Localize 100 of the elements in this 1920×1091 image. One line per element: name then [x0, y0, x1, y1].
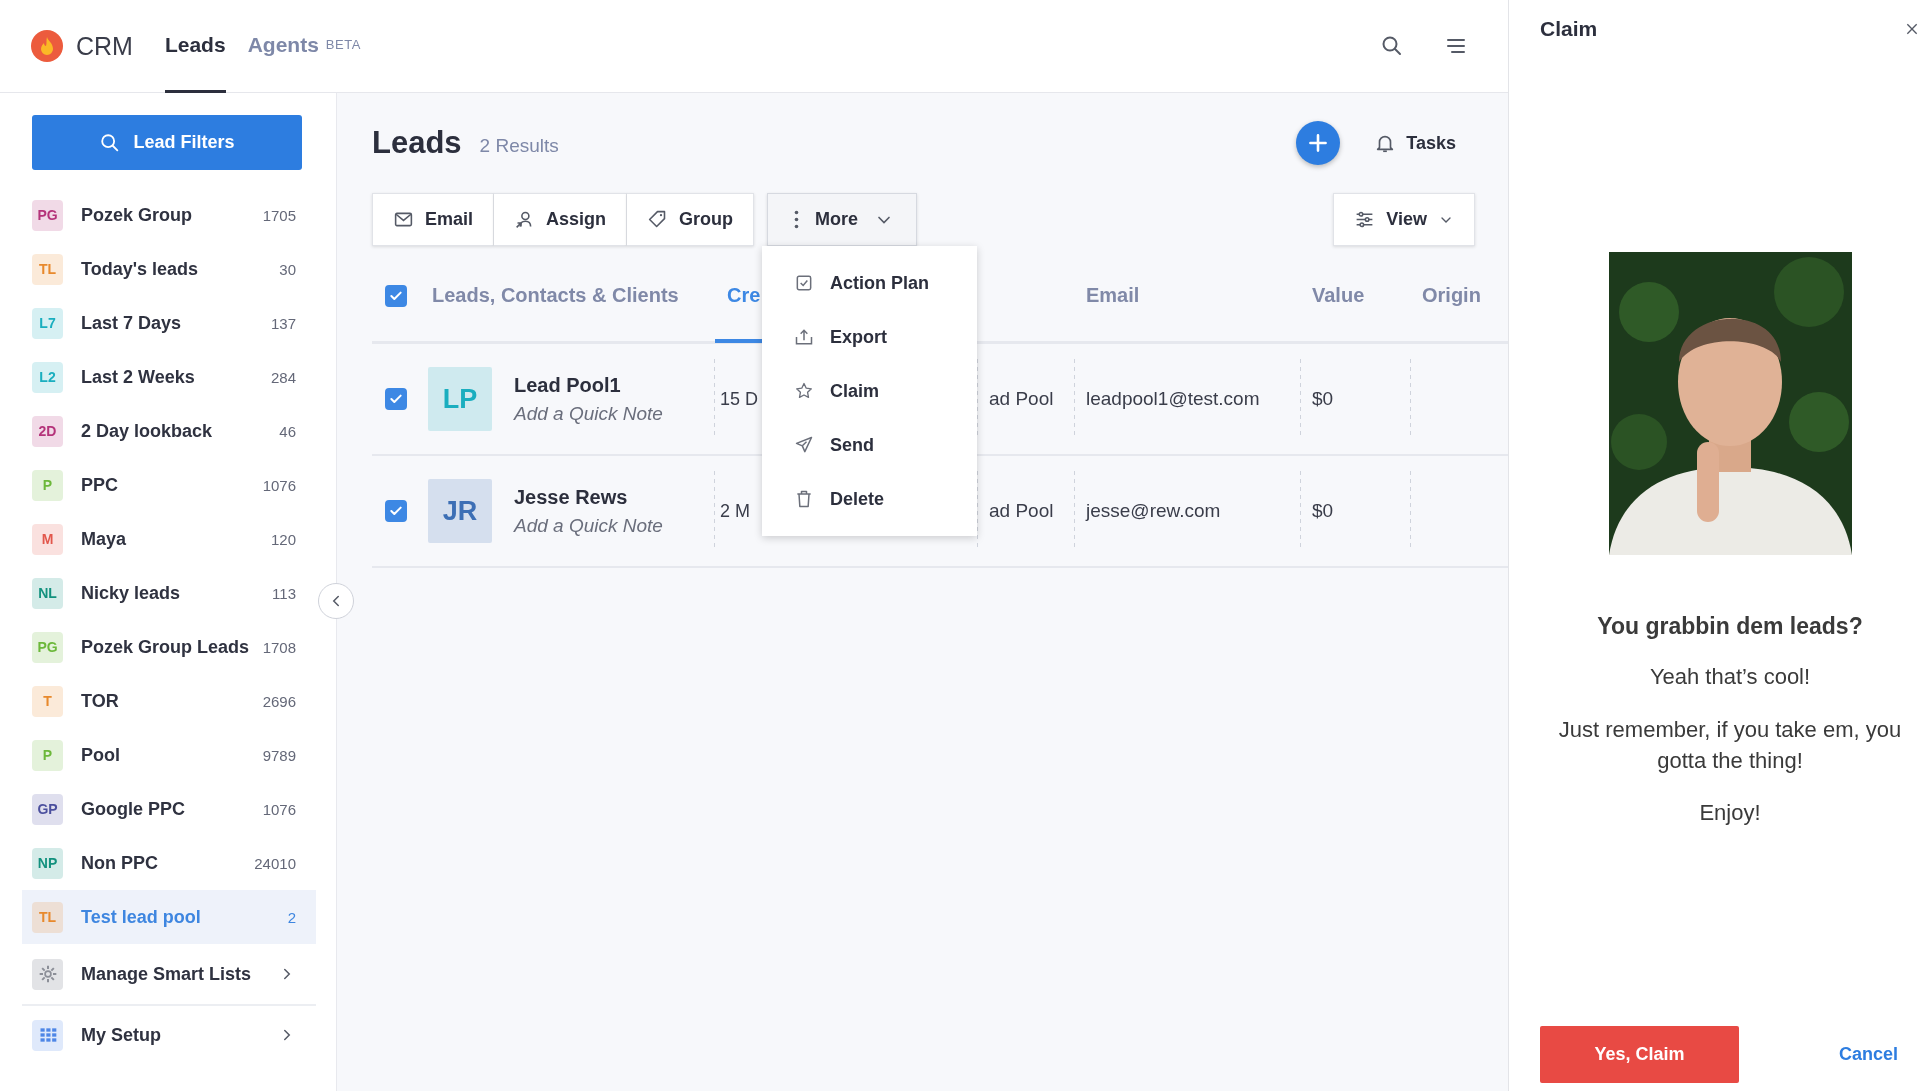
sidebar-link[interactable]: My Setup [22, 1004, 316, 1064]
list-name: TOR [81, 690, 119, 712]
list-count: 284 [270, 368, 296, 386]
smart-list-item[interactable]: TL Today's leads 30 [22, 242, 316, 296]
claim-message: Yeah that’s cool! [1648, 663, 1812, 691]
smart-list-item[interactable]: L7 Last 7 Days 137 [22, 296, 316, 350]
list-name: 2 Day lookback [81, 420, 213, 442]
list-count: 46 [279, 422, 296, 440]
smart-list-item[interactable]: T TOR 2696 [22, 674, 316, 728]
claim-heading: You grabbin dem leads? [1597, 613, 1863, 640]
cancel-button[interactable]: Cancel [1838, 1044, 1898, 1065]
quick-note-link[interactable]: Add a Quick Note [514, 402, 663, 425]
menu-item[interactable]: Delete [762, 472, 977, 526]
app-name: CRM [76, 31, 133, 61]
list-count: 2 [287, 908, 296, 926]
flame-logo-icon [31, 30, 63, 62]
table-cell: leadpool1@test.com [1086, 388, 1260, 410]
smart-list-item[interactable]: PG Pozek Group Leads 1708 [22, 620, 316, 674]
list-count: 24010 [254, 854, 296, 872]
list-initials: L7 [32, 307, 63, 339]
nav-tab[interactable]: Agents BETA [247, 0, 361, 93]
more-button[interactable]: More [767, 193, 918, 246]
list-count: 120 [270, 530, 296, 548]
menu-item[interactable]: Action Plan [762, 256, 977, 310]
trash-icon [794, 489, 814, 509]
row-checkbox[interactable] [385, 500, 407, 522]
list-initials: L2 [32, 361, 63, 393]
list-count: 2696 [262, 692, 296, 710]
smart-list-item[interactable]: NP Non PPC 24010 [22, 836, 316, 890]
list-name: Pozek Group Leads [81, 636, 250, 658]
list-count: 1705 [262, 206, 296, 224]
list-initials: P [32, 739, 63, 771]
list-initials: GP [32, 793, 63, 825]
search-icon [1380, 34, 1404, 58]
menu-item[interactable]: Export [762, 310, 977, 364]
row-checkbox[interactable] [385, 388, 407, 410]
smart-list-item[interactable]: M Maya 120 [22, 512, 316, 566]
table-cell: 2 M [720, 500, 750, 522]
smart-list-item[interactable]: 2D 2 Day lookback 46 [22, 404, 316, 458]
action-button[interactable]: Email [372, 193, 495, 246]
beta-label: BETA [325, 37, 361, 52]
list-initials: M [32, 523, 63, 555]
view-button[interactable]: View [1333, 193, 1475, 246]
list-initials: NL [32, 577, 63, 609]
sidebar-link[interactable]: Manage Smart Lists [22, 944, 316, 1004]
list-initials: NP [32, 847, 63, 879]
lead-filters-button[interactable]: Lead Filters [32, 115, 302, 170]
list-initials: PG [32, 631, 63, 663]
list-initials: TL [32, 901, 63, 933]
vertical-dots-icon [794, 210, 800, 229]
list-name: Pool [81, 744, 120, 766]
list-initials: P [32, 469, 63, 501]
table-cell: 15 D [720, 388, 759, 410]
quick-note-link[interactable]: Add a Quick Note [514, 514, 663, 537]
menu-item[interactable]: Claim [762, 364, 977, 418]
list-count: 137 [270, 314, 296, 332]
confirm-button[interactable]: Yes, Claim [1540, 1026, 1739, 1083]
list-count: 9789 [262, 746, 296, 764]
table-cell: $0 [1312, 388, 1334, 410]
select-all-checkbox[interactable] [385, 285, 407, 307]
list-name: Nicky leads [81, 582, 181, 604]
contact-name[interactable]: Lead Pool1 [514, 373, 663, 397]
panel-title: Claim [1540, 17, 1598, 41]
smart-list-item[interactable]: L2 Last 2 Weeks 284 [22, 350, 316, 404]
action-button[interactable]: Assign [494, 193, 628, 246]
close-icon [1904, 21, 1920, 37]
table-cell: $0 [1312, 500, 1334, 522]
smart-list-item[interactable]: GP Google PPC 1076 [22, 782, 316, 836]
list-count: 30 [279, 260, 296, 278]
upload-tray-icon [794, 327, 814, 347]
table-cell: ad Pool [989, 388, 1054, 410]
gear-icon [37, 964, 58, 984]
checkbox-icon [794, 273, 814, 293]
list-name: Today's leads [81, 258, 198, 280]
smart-list-item[interactable]: PG Pozek Group 1705 [22, 188, 316, 242]
menu-item[interactable]: Send [762, 418, 977, 472]
smart-list-item[interactable]: NL Nicky leads 113 [22, 566, 316, 620]
list-count: 1076 [262, 476, 296, 494]
list-name: PPC [81, 474, 118, 496]
list-name: Maya [81, 528, 127, 550]
list-count: 1076 [262, 800, 296, 818]
paper-plane-icon [794, 435, 814, 455]
list-name: Pozek Group [81, 204, 192, 226]
smart-list-item[interactable]: P PPC 1076 [22, 458, 316, 512]
list-name: Test lead pool [81, 906, 201, 928]
claim-message: Just remember, if you take em, you gotta the thing! [1557, 715, 1903, 775]
list-name: Last 7 Days [81, 312, 182, 334]
add-button[interactable] [1296, 121, 1341, 165]
list-initials: PG [32, 199, 63, 231]
result-count: 2 Results [479, 135, 559, 157]
list-count: 1708 [262, 638, 296, 656]
contact-name[interactable]: Jesse Rews [514, 485, 663, 509]
table-cell: ad Pool [989, 500, 1054, 522]
tasks-button[interactable]: Tasks [1374, 132, 1456, 154]
contact-avatar: JR [428, 479, 492, 543]
list-initials: 2D [32, 415, 63, 447]
list-count: 113 [272, 584, 296, 602]
list-name: Last 2 Weeks [81, 366, 195, 388]
smart-list-item[interactable]: P Pool 9789 [22, 728, 316, 782]
action-button[interactable]: Group [627, 193, 755, 246]
